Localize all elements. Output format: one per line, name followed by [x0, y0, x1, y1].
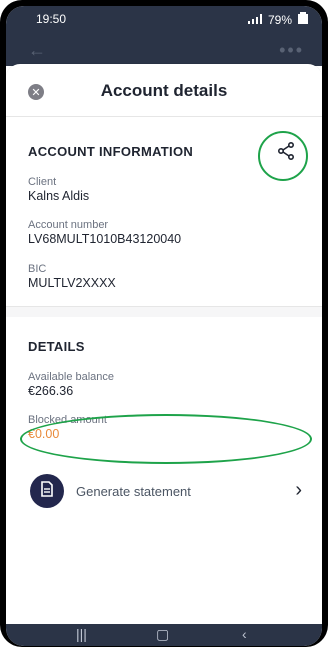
screen: 19:50 79% ← ••• ✕ Account details ACCOUN…	[6, 6, 322, 646]
more-horizontal-icon[interactable]: •••	[279, 40, 304, 61]
account-details-sheet: ✕ Account details ACCOUNT INFORMATION Cl…	[6, 64, 322, 624]
available-balance-label: Available balance	[28, 371, 115, 383]
client-label: Client	[28, 176, 57, 188]
generate-statement-label: Generate statement	[76, 484, 191, 499]
generate-statement-button[interactable]: Generate statement ›	[26, 474, 306, 510]
signal-icon	[247, 13, 262, 27]
client-value: Kalns Aldis	[28, 189, 90, 203]
battery-icon	[298, 12, 308, 27]
document-icon	[40, 480, 54, 502]
system-navbar: ||| ▢ ‹	[6, 624, 322, 646]
account-information-heading: ACCOUNT INFORMATION	[28, 144, 194, 159]
document-button	[30, 474, 64, 508]
status-right: 79%	[247, 12, 308, 27]
available-balance-value: €266.36	[28, 384, 74, 398]
divider	[6, 116, 322, 117]
recent-apps-icon[interactable]: |||	[76, 626, 87, 642]
account-number-value: LV68MULT1010B43120040	[28, 232, 182, 246]
section-gap	[6, 307, 322, 317]
arrow-left-icon[interactable]: ←	[28, 40, 46, 61]
account-number-label: Account number	[28, 219, 109, 231]
details-heading: DETAILS	[28, 339, 85, 354]
chevron-right-icon: ›	[295, 479, 302, 501]
status-bar: 19:50 79%	[6, 6, 322, 34]
bic-value: MULTLV2XXXX	[28, 276, 116, 290]
bic-label: BIC	[28, 263, 47, 275]
home-icon[interactable]: ▢	[156, 626, 169, 643]
back-icon[interactable]: ‹	[242, 626, 247, 642]
status-time: 19:50	[36, 12, 67, 26]
generate-statement-highlight	[20, 414, 312, 464]
sheet-title: Account details	[100, 81, 228, 100]
share-icon[interactable]	[276, 141, 296, 161]
phone-frame: 19:50 79% ← ••• ✕ Account details ACCOUN…	[0, 0, 328, 647]
app-header: ← •••	[6, 34, 322, 66]
status-battery: 79%	[267, 12, 292, 27]
